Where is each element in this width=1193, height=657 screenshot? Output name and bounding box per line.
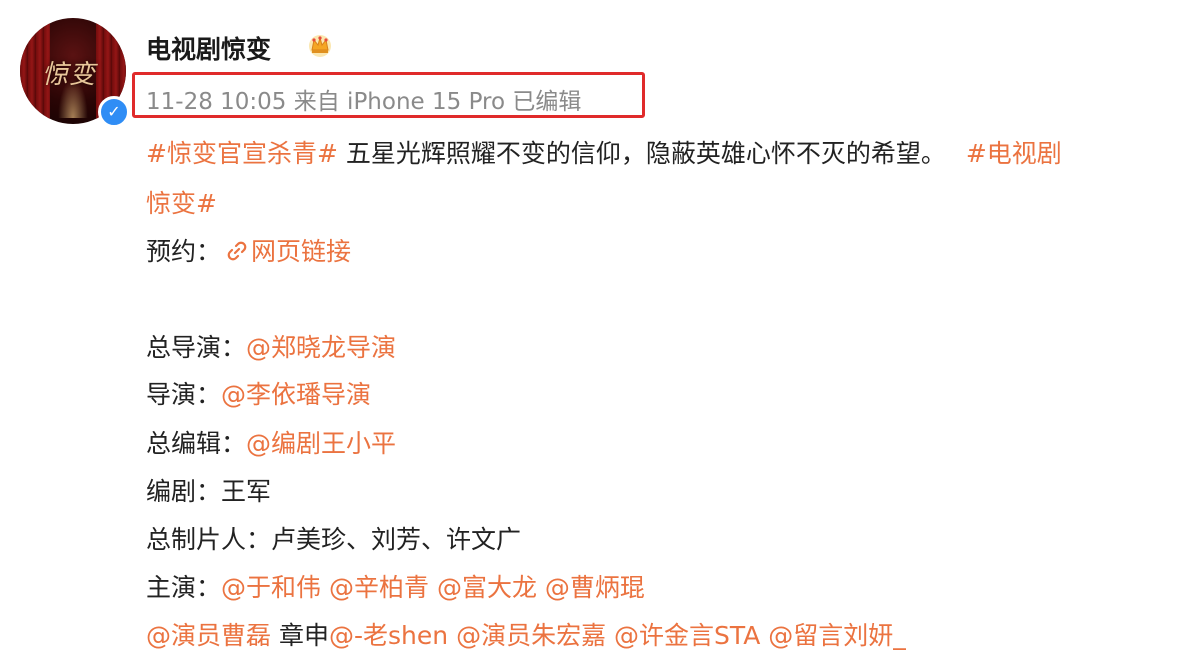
- booking-line: 预约： 网页链接: [146, 232, 351, 268]
- credit-label: 总制片人：: [146, 525, 272, 554]
- plain-name: 章申: [278, 621, 329, 650]
- credit-screenwriter: 编剧：王军: [146, 472, 271, 508]
- credit-value: 王军: [221, 477, 272, 506]
- post-body-line-1: #惊变官宣杀青# 五星光辉照耀不变的信仰，隐蔽英雄心怀不灭的希望。 #电视剧: [146, 134, 1062, 170]
- link-icon: [227, 241, 247, 261]
- web-link-label: 网页链接: [251, 237, 352, 266]
- credit-director: 导演：@李依璠导演: [146, 375, 371, 411]
- avatar-title-text: 惊变: [42, 60, 97, 90]
- body-text: 五星光辉照耀不变的信仰，隐蔽英雄心怀不灭的希望。: [337, 139, 946, 168]
- mention-link[interactable]: @留言刘妍_: [768, 621, 906, 650]
- credit-label: 导演：: [146, 380, 222, 409]
- post-meta: 11-28 10:05 来自 iPhone 15 Pro 已编辑: [146, 89, 582, 115]
- credit-cast: 主演：@于和伟 @辛柏青 @富大龙 @曹炳琨: [146, 568, 645, 604]
- mention-link[interactable]: @富大龙: [437, 573, 537, 602]
- mention-link[interactable]: @-老shen: [329, 621, 448, 650]
- mention-link[interactable]: @辛柏青: [329, 573, 429, 602]
- verified-badge-icon: ✓: [98, 96, 130, 128]
- hashtag-link[interactable]: #惊变官宣杀青#: [146, 139, 338, 168]
- mention-link[interactable]: @许金言STA: [614, 621, 760, 650]
- crown-icon: [309, 35, 331, 57]
- mention-link[interactable]: @演员朱宏嘉: [456, 621, 606, 650]
- credit-chief-producer: 总制片人：卢美珍、刘芳、许文广: [146, 520, 521, 556]
- weibo-post: 惊变 ✓ 电视剧惊变 11-28 10:05 来自 iPhone 15 Pro …: [0, 0, 1193, 657]
- credit-label: 主演：: [146, 573, 222, 602]
- credit-value: 卢美珍、刘芳、许文广: [271, 525, 522, 554]
- credit-label: 总导演：: [146, 333, 247, 362]
- author-name[interactable]: 电视剧惊变: [146, 30, 271, 66]
- mention-link[interactable]: @于和伟: [221, 573, 321, 602]
- hashtag-link[interactable]: #电视剧: [966, 139, 1062, 168]
- hashtag-link[interactable]: 惊变#: [146, 189, 217, 218]
- post-body-line-2: 惊变#: [146, 184, 217, 220]
- credit-chief-editor: 总编辑：@编剧王小平: [146, 424, 396, 460]
- web-link[interactable]: 网页链接: [221, 237, 351, 266]
- credit-label: 总编辑：: [146, 429, 247, 458]
- credit-label: 编剧：: [146, 477, 222, 506]
- mention-link[interactable]: @编剧王小平: [246, 429, 396, 458]
- mention-link[interactable]: @演员曹磊: [146, 621, 271, 650]
- mention-link[interactable]: @李依璠导演: [221, 380, 371, 409]
- credit-chief-director: 总导演：@郑晓龙导演: [146, 328, 396, 364]
- booking-label: 预约：: [146, 237, 222, 266]
- credit-cast-line-2: @演员曹磊 章申@-老shen @演员朱宏嘉 @许金言STA @留言刘妍_: [146, 616, 906, 652]
- mention-link[interactable]: @郑晓龙导演: [246, 333, 396, 362]
- mention-link[interactable]: @曹炳琨: [545, 573, 645, 602]
